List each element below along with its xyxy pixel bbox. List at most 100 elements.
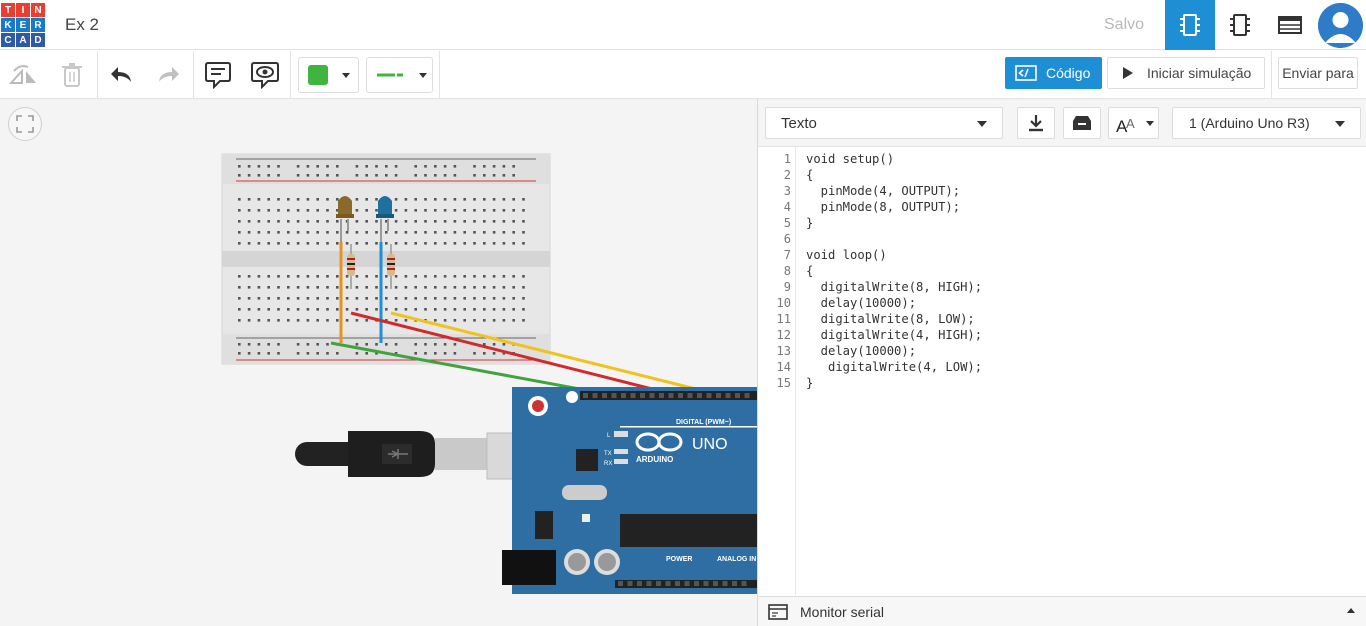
logo-letter: E: [16, 18, 30, 32]
code-line[interactable]: digitalWrite(8, LOW);: [806, 312, 975, 326]
save-status: Salvo: [1104, 16, 1145, 33]
code-line[interactable]: digitalWrite(8, HIGH);: [806, 280, 982, 294]
code-line[interactable]: void setup(): [806, 152, 894, 166]
code-line[interactable]: digitalWrite(4, HIGH);: [806, 328, 982, 342]
line-number: 1: [783, 152, 791, 166]
code-line[interactable]: }: [806, 216, 813, 230]
logo-letter: T: [1, 3, 15, 17]
edit-toolbar: Código Iniciar simulação Enviar para: [0, 51, 1366, 99]
line-number: 10: [776, 296, 791, 310]
power-pins-label: POWER: [666, 556, 692, 563]
play-icon: [1123, 67, 1133, 79]
font-size-icon: A A: [1116, 116, 1135, 133]
delete-button[interactable]: [56, 57, 88, 93]
line-number: 15: [776, 376, 791, 390]
logo-letter: N: [31, 3, 45, 17]
line-number: 6: [783, 232, 791, 246]
wire-line-icon: [377, 73, 403, 77]
code-line[interactable]: delay(10000);: [806, 344, 916, 358]
workplane-canvas[interactable]: DIGITAL (PWM~) ARDUINO UNO POWER ANALOG …: [0, 99, 757, 626]
toolbar-divider: [290, 51, 291, 98]
line-number: 3: [783, 184, 791, 198]
line-number: 5: [783, 216, 791, 230]
code-button[interactable]: Código: [1005, 57, 1102, 89]
libraries-button[interactable]: [1063, 107, 1101, 139]
start-simulation-button[interactable]: Iniciar simulação: [1107, 57, 1265, 89]
notes-visibility-button[interactable]: [249, 57, 281, 93]
line-number-gutter: 1 2 3 4 5 6 7 8 9 10 11 12 13 14 15: [758, 147, 796, 595]
rotate-button[interactable]: [6, 57, 42, 93]
code-line[interactable]: pinMode(4, OUTPUT);: [806, 184, 960, 198]
code-button-label: Código: [1046, 65, 1091, 81]
logo-letter: K: [1, 18, 15, 32]
rotate-triangle-icon: [8, 65, 36, 84]
trash-icon: [62, 63, 82, 87]
caret-down-icon: [1146, 120, 1154, 126]
wire-style-dropdown[interactable]: [366, 57, 433, 93]
code-editor-icon: [1015, 65, 1037, 81]
code-line[interactable]: }: [806, 376, 813, 390]
eye-speech-icon: [251, 62, 279, 89]
download-icon: [1029, 115, 1043, 132]
logo-letter: A: [16, 33, 30, 47]
device-select-value: 1 (Arduino Uno R3): [1189, 115, 1310, 131]
logo-letter: D: [31, 33, 45, 47]
code-editor[interactable]: 1 2 3 4 5 6 7 8 9 10 11 12 13 14 15 void setup(){ pinM…: [758, 147, 1366, 595]
send-to-button[interactable]: Enviar para: [1278, 57, 1358, 89]
caret-up-icon[interactable]: [1347, 608, 1355, 613]
font-size-dropdown[interactable]: A A: [1108, 107, 1159, 139]
circuit-view-button[interactable]: [1165, 0, 1215, 50]
code-mode-dropdown[interactable]: Texto: [765, 107, 1003, 139]
line-number: 4: [783, 200, 791, 214]
toolbar-divider: [97, 51, 98, 98]
line-number: 9: [783, 280, 791, 294]
logo-letter: R: [31, 18, 45, 32]
digital-pins-label: DIGITAL (PWM~): [676, 419, 731, 426]
fill-color-swatch: [308, 65, 328, 85]
device-select-dropdown[interactable]: 1 (Arduino Uno R3): [1172, 107, 1361, 139]
serial-monitor-label: Monitor serial: [800, 603, 885, 620]
serial-monitor-bar[interactable]: Monitor serial: [758, 596, 1366, 626]
svg-text:A: A: [1126, 116, 1135, 131]
line-number: 2: [783, 168, 791, 182]
component-list-button[interactable]: [1265, 0, 1315, 50]
code-line[interactable]: digitalWrite(4, LOW);: [806, 360, 982, 374]
code-line[interactable]: void loop(): [806, 248, 887, 262]
arduino-uno-board[interactable]: DIGITAL (PWM~) ARDUINO UNO POWER ANALOG …: [502, 387, 757, 594]
schematic-chip-icon: [1230, 14, 1250, 36]
code-toolbar: Texto A A 1 (Arduino Uno R3): [758, 99, 1366, 147]
logo-letter: I: [16, 3, 30, 17]
breadboard[interactable]: [221, 153, 551, 365]
library-box-icon: [1073, 116, 1091, 130]
analog-pins-label: ANALOG IN: [717, 556, 756, 563]
code-line[interactable]: pinMode(8, OUTPUT);: [806, 200, 960, 214]
code-line[interactable]: {: [806, 264, 813, 278]
redo-arrow-icon: [159, 67, 179, 82]
led-rx-label: RX: [604, 461, 612, 467]
download-code-button[interactable]: [1017, 107, 1055, 139]
start-simulation-label: Iniciar simulação: [1147, 65, 1252, 81]
undo-button[interactable]: [106, 57, 138, 93]
line-number: 13: [776, 344, 791, 358]
line-number: 8: [783, 264, 791, 278]
design-title[interactable]: Ex 2: [65, 15, 99, 35]
code-line[interactable]: delay(10000);: [806, 296, 916, 310]
caret-down-icon: [977, 121, 987, 127]
caret-down-icon: [342, 72, 350, 78]
line-number: 14: [776, 360, 791, 374]
schematic-view-button[interactable]: [1215, 0, 1265, 50]
fill-color-dropdown[interactable]: [298, 57, 359, 93]
code-line[interactable]: {: [806, 168, 813, 182]
note-speech-icon: [205, 62, 231, 89]
caret-down-icon: [1335, 121, 1345, 127]
serial-monitor-icon: [768, 603, 788, 620]
undo-arrow-icon: [111, 67, 131, 82]
led-tx-label: TX: [604, 451, 612, 457]
line-number: 12: [776, 328, 791, 342]
redo-button[interactable]: [152, 57, 184, 93]
code-panel: Texto A A 1 (Arduino Uno R3) 1 2 3 4 5 6…: [757, 99, 1366, 626]
user-avatar[interactable]: [1318, 3, 1363, 48]
tinkercad-logo[interactable]: TIN KER CAD: [1, 3, 46, 48]
toolbar-divider: [439, 51, 440, 98]
notes-button[interactable]: [202, 57, 234, 93]
